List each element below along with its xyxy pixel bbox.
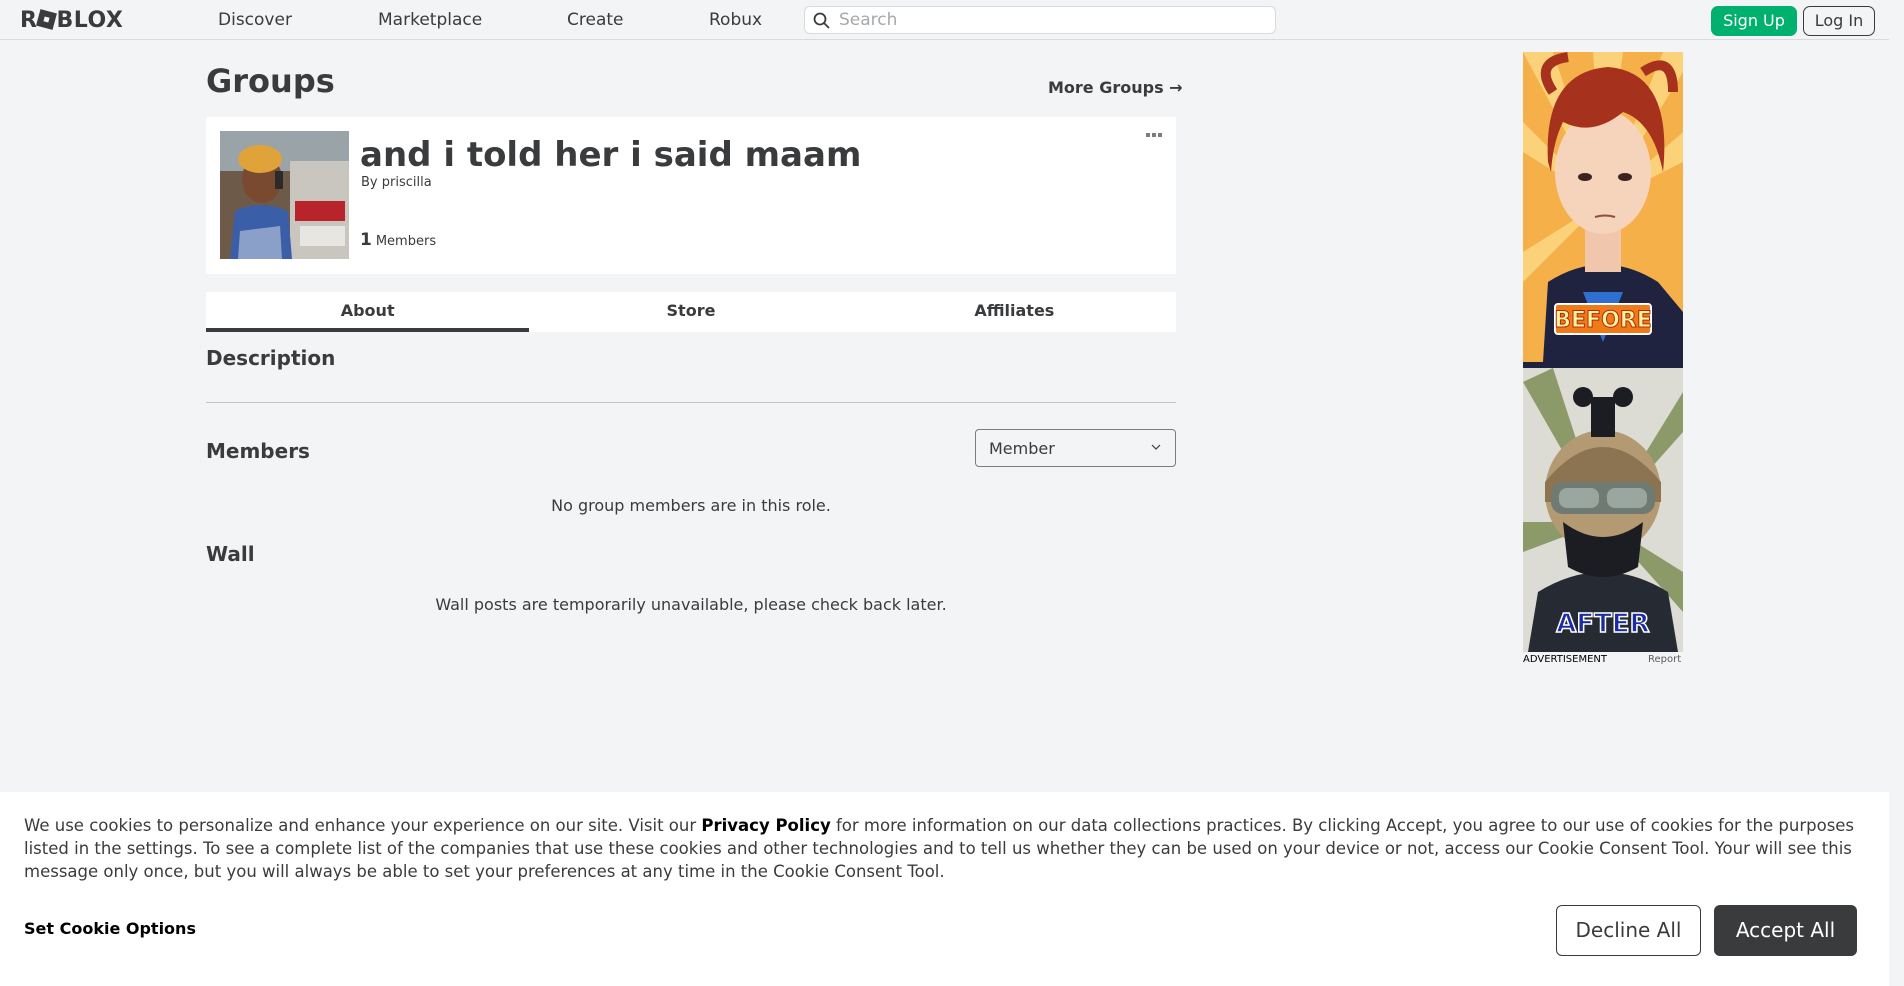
- more-groups-link[interactable]: More Groups →: [1048, 78, 1183, 97]
- logo-letters: BLOX: [56, 8, 124, 33]
- ad-report-link[interactable]: Report: [1648, 654, 1681, 665]
- vertical-scrollbar[interactable]: [1889, 0, 1904, 986]
- privacy-policy-link[interactable]: Privacy Policy: [701, 816, 830, 835]
- ad-after-text: AFTER: [1556, 609, 1649, 639]
- group-tabs: About Store Affiliates: [206, 292, 1176, 332]
- search-box[interactable]: [804, 6, 1276, 34]
- logo-letter: R: [20, 8, 38, 33]
- top-navigation-bar: R BLOX Discover Marketplace Create Robux …: [0, 0, 1889, 40]
- group-header-card: and i told her i said maam By priscilla …: [206, 117, 1176, 274]
- group-member-count: 1 Members: [360, 230, 436, 250]
- members-empty-message: No group members are in this role.: [551, 496, 831, 515]
- group-owner-link[interactable]: priscilla: [382, 175, 432, 190]
- cookie-message: We use cookies to personalize and enhanc…: [24, 814, 1864, 883]
- group-name: and i told her i said maam: [360, 135, 862, 175]
- chevron-down-icon: [1151, 444, 1161, 450]
- group-owner-line: By priscilla: [361, 175, 432, 190]
- page-title: Groups: [206, 62, 335, 100]
- section-divider: [206, 402, 1176, 403]
- set-cookie-options-link[interactable]: Set Cookie Options: [24, 919, 196, 938]
- more-options-icon[interactable]: [1146, 131, 1164, 139]
- logo-square-icon: [36, 9, 58, 30]
- advertisement-banner[interactable]: BEFORE AFTER: [1523, 52, 1683, 652]
- search-icon: [813, 12, 830, 29]
- nav-link-discover[interactable]: Discover: [218, 10, 292, 30]
- member-count-label: Members: [375, 234, 437, 249]
- tab-affiliates[interactable]: Affiliates: [853, 292, 1176, 332]
- by-label: By: [361, 175, 378, 190]
- cookie-consent-banner: We use cookies to personalize and enhanc…: [0, 792, 1889, 986]
- description-heading: Description: [206, 346, 336, 370]
- ad-before-text: BEFORE: [1554, 308, 1652, 333]
- role-dropdown-value: Member: [989, 439, 1055, 458]
- members-heading: Members: [206, 439, 310, 463]
- signup-button[interactable]: Sign Up: [1711, 6, 1797, 36]
- wall-heading: Wall: [206, 542, 255, 566]
- roblox-logo[interactable]: R BLOX: [20, 8, 123, 33]
- role-dropdown[interactable]: Member: [975, 429, 1176, 467]
- accept-all-button[interactable]: Accept All: [1714, 905, 1857, 956]
- advertisement-label: ADVERTISEMENT: [1523, 654, 1608, 665]
- nav-link-robux[interactable]: Robux: [709, 10, 762, 30]
- search-input[interactable]: [839, 10, 1259, 30]
- tab-store[interactable]: Store: [529, 292, 852, 332]
- group-emblem-image: [220, 131, 349, 259]
- login-button[interactable]: Log In: [1803, 6, 1875, 36]
- nav-link-marketplace[interactable]: Marketplace: [378, 10, 482, 30]
- nav-link-create[interactable]: Create: [567, 10, 624, 30]
- decline-all-button[interactable]: Decline All: [1556, 905, 1701, 956]
- member-count-value: 1: [360, 230, 372, 250]
- wall-unavailable-message: Wall posts are temporarily unavailable, …: [435, 595, 947, 614]
- cookie-text-part-1: We use cookies to personalize and enhanc…: [24, 816, 702, 835]
- tab-about[interactable]: About: [206, 292, 530, 332]
